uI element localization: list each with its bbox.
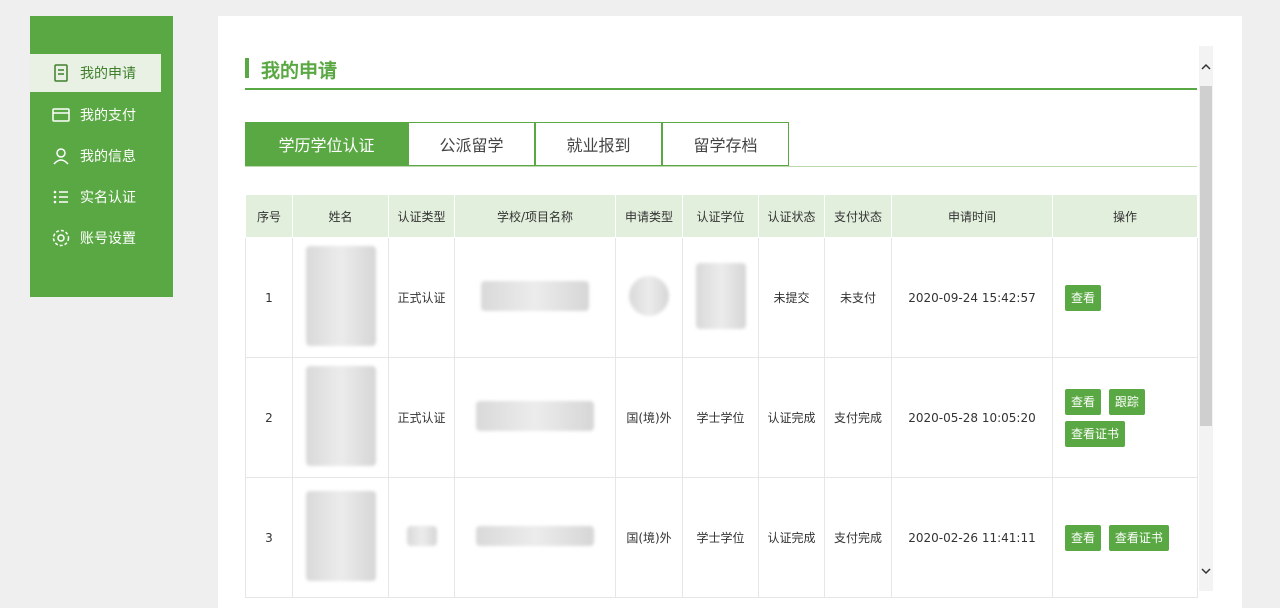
- vertical-scrollbar[interactable]: [1199, 46, 1213, 591]
- tab-public-study-abroad[interactable]: 公派留学: [408, 122, 535, 166]
- view-button[interactable]: 查看: [1065, 284, 1102, 311]
- cell-actions: 查看: [1052, 237, 1198, 358]
- cell-apply-type: 国(境)外: [615, 357, 683, 478]
- cell-pay-status: 未支付: [824, 237, 892, 358]
- cell-pay-status: 支付完成: [824, 357, 892, 478]
- cell-actions: 查看 跟踪 查看证书: [1052, 357, 1198, 478]
- cell-index: 3: [245, 477, 293, 598]
- cell-school-redacted: [454, 237, 616, 358]
- table-row: 3 国(境)外 学士学位 认证完成 支付完成 2020-02-26 11:41:…: [245, 477, 1198, 598]
- table-header-row: 序号 姓名 认证类型 学校/项目名称 申请类型 认证学位 认证状态 支付状态 申…: [245, 194, 1198, 238]
- scroll-down-icon[interactable]: [1199, 564, 1213, 578]
- title-marker: [245, 58, 249, 78]
- view-button[interactable]: 查看: [1065, 388, 1102, 415]
- column-header: 操作: [1052, 194, 1198, 238]
- cell-index: 2: [245, 357, 293, 478]
- cell-time: 2020-05-28 10:05:20: [891, 357, 1053, 478]
- cell-school-redacted: [454, 477, 616, 598]
- cell-apply-type-redacted: [615, 237, 683, 358]
- cell-name-redacted: [292, 477, 389, 598]
- cell-degree: 学士学位: [682, 477, 759, 598]
- sidebar-item-my-applications[interactable]: 我的申请: [30, 54, 161, 92]
- column-header: 认证状态: [758, 194, 825, 238]
- column-header: 序号: [245, 194, 293, 238]
- scroll-up-icon[interactable]: [1199, 60, 1213, 74]
- sidebar-item-my-info[interactable]: 我的信息: [30, 137, 161, 175]
- tab-employment-report[interactable]: 就业报到: [535, 122, 662, 166]
- column-header: 支付状态: [824, 194, 892, 238]
- cell-time: 2020-09-24 15:42:57: [891, 237, 1053, 358]
- cell-actions: 查看 查看证书: [1052, 477, 1198, 598]
- cell-name-redacted: [292, 357, 389, 478]
- sidebar-item-real-name[interactable]: 实名认证: [30, 178, 161, 216]
- tab-study-archive[interactable]: 留学存档: [662, 122, 789, 166]
- table-row: 1 正式认证 未提交 未支付 2020-09-24 15:42:57 查看: [245, 237, 1198, 358]
- column-header: 认证学位: [682, 194, 759, 238]
- page-title-bar: 我的申请: [245, 56, 1197, 90]
- column-header: 申请时间: [891, 194, 1053, 238]
- sidebar-item-label: 我的申请: [80, 66, 136, 82]
- view-certificate-button[interactable]: 查看证书: [1108, 524, 1169, 551]
- applications-table: 序号 姓名 认证类型 学校/项目名称 申请类型 认证学位 认证状态 支付状态 申…: [245, 194, 1198, 598]
- column-header: 学校/项目名称: [454, 194, 616, 238]
- tab-bar: 学历学位认证 公派留学 就业报到 留学存档: [245, 122, 1197, 167]
- cell-cert-type-redacted: [388, 477, 455, 598]
- cell-cert-type: 正式认证: [388, 357, 455, 478]
- column-header: 认证类型: [388, 194, 455, 238]
- cell-time: 2020-02-26 11:41:11: [891, 477, 1053, 598]
- main-panel: 我的申请 学历学位认证 公派留学 就业报到 留学存档 序号 姓名 认证类型 学校…: [218, 16, 1242, 608]
- sidebar-item-label: 账号设置: [80, 231, 136, 247]
- cell-apply-type: 国(境)外: [615, 477, 683, 598]
- list-icon: [50, 186, 72, 208]
- column-header: 姓名: [292, 194, 389, 238]
- document-icon: [50, 62, 72, 84]
- table-row: 2 正式认证 国(境)外 学士学位 认证完成 支付完成 2020-05-28 1…: [245, 357, 1198, 478]
- sidebar-item-label: 实名认证: [80, 190, 136, 206]
- view-certificate-button[interactable]: 查看证书: [1065, 420, 1126, 447]
- cell-status: 未提交: [758, 237, 825, 358]
- cell-status: 认证完成: [758, 357, 825, 478]
- cell-index: 1: [245, 237, 293, 358]
- scrollbar-thumb[interactable]: [1200, 86, 1212, 426]
- cell-name-redacted: [292, 237, 389, 358]
- user-icon: [50, 145, 72, 167]
- page-title: 我的申请: [261, 60, 338, 82]
- sidebar-item-account-settings[interactable]: 账号设置: [30, 219, 161, 257]
- track-button[interactable]: 跟踪: [1108, 388, 1145, 415]
- cell-status: 认证完成: [758, 477, 825, 598]
- cell-cert-type: 正式认证: [388, 237, 455, 358]
- sidebar-item-label: 我的支付: [80, 108, 136, 124]
- cell-degree: 学士学位: [682, 357, 759, 478]
- sidebar-item-my-payments[interactable]: 我的支付: [30, 96, 161, 134]
- card-icon: [50, 104, 72, 126]
- gear-icon: [50, 227, 72, 249]
- sidebar-item-label: 我的信息: [80, 149, 136, 165]
- cell-degree-redacted: [682, 237, 759, 358]
- tab-degree-certification[interactable]: 学历学位认证: [245, 122, 408, 166]
- sidebar: 我的申请 我的支付 我的信息 实名认证 账号设置: [30, 16, 173, 297]
- column-header: 申请类型: [615, 194, 683, 238]
- cell-pay-status: 支付完成: [824, 477, 892, 598]
- view-button[interactable]: 查看: [1065, 524, 1102, 551]
- cell-school-redacted: [454, 357, 616, 478]
